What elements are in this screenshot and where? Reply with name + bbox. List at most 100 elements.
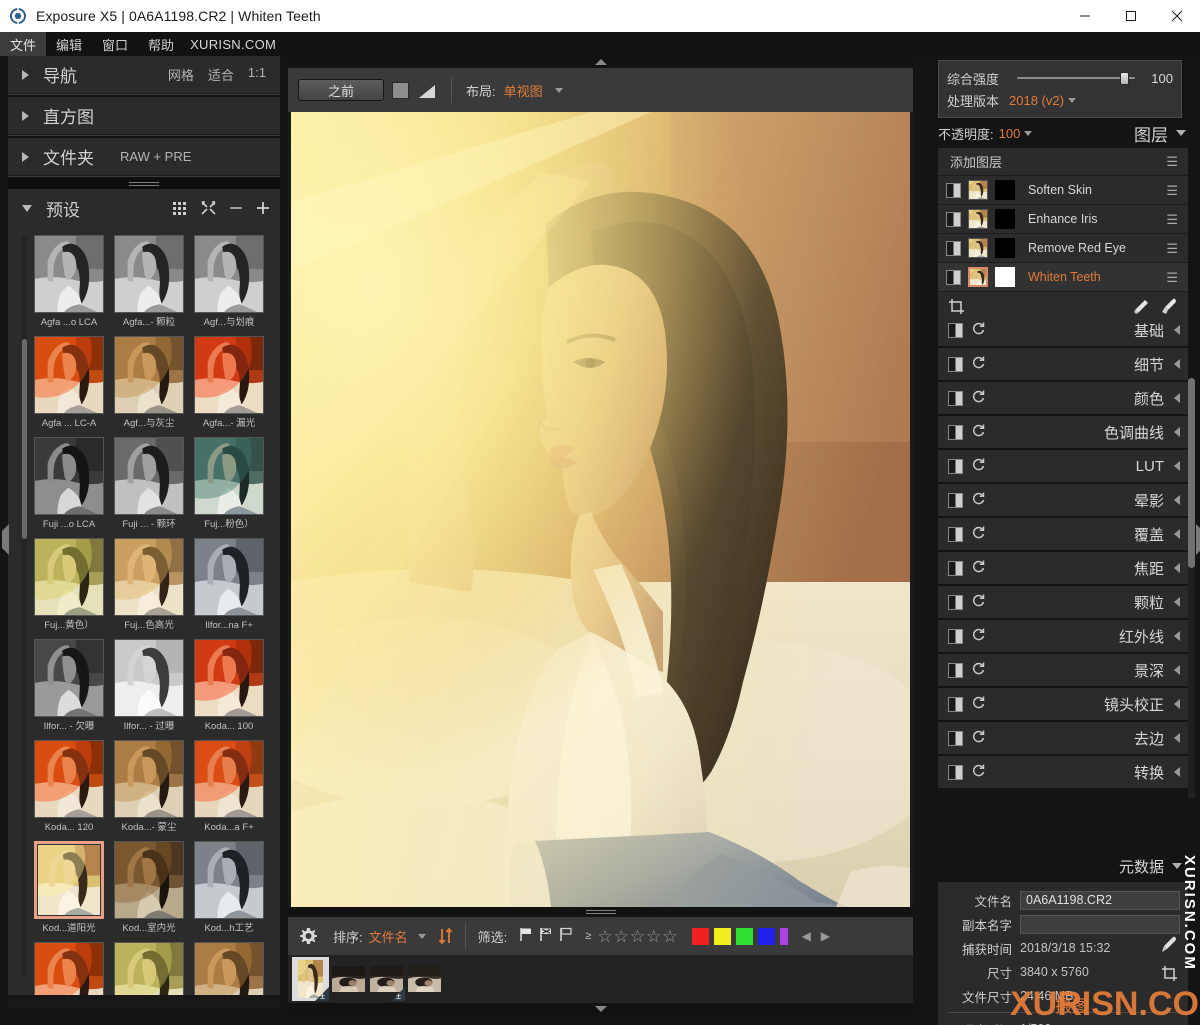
half-tone-toggle-icon[interactable]: [948, 594, 963, 610]
chevron-left-icon[interactable]: [1174, 325, 1180, 335]
preset-thumbnail[interactable]: [114, 336, 184, 414]
photo-canvas[interactable]: [288, 112, 913, 907]
brush-icon[interactable]: [1160, 298, 1178, 315]
preset-thumbnail[interactable]: [34, 538, 104, 616]
nav-option-fit[interactable]: 适合: [208, 65, 234, 84]
layer-thumbnail[interactable]: [968, 209, 988, 229]
layer-row[interactable]: Whiten Teeth ☰: [938, 263, 1188, 292]
copy-name-input[interactable]: [1020, 914, 1180, 934]
preset-item[interactable]: Fuji ...o LCA: [34, 437, 104, 532]
half-tone-toggle-icon[interactable]: [948, 696, 963, 712]
split-square-icon[interactable]: [392, 81, 409, 99]
reset-icon[interactable]: [971, 423, 986, 441]
sidebar-item-histogram[interactable]: 直方图: [8, 97, 280, 135]
collapse-left-panel-button[interactable]: [2, 524, 10, 555]
hamburger-icon[interactable]: ☰: [1166, 271, 1178, 284]
preset-item[interactable]: [114, 942, 184, 995]
flag-rejected-icon[interactable]: [539, 927, 553, 946]
adjustment-section-11[interactable]: 景深: [938, 654, 1188, 688]
grid-view-icon[interactable]: [173, 201, 188, 215]
visibility-toggle-icon[interactable]: [946, 182, 961, 198]
hamburger-icon[interactable]: ☰: [1166, 155, 1178, 168]
layer-thumbnail[interactable]: [968, 180, 988, 200]
nav-option-1to1[interactable]: 1:1: [248, 65, 266, 84]
slider-knob[interactable]: [1120, 72, 1129, 85]
flag-picked-icon[interactable]: [519, 927, 533, 946]
menu-edit[interactable]: 编辑: [46, 32, 92, 56]
visibility-toggle-icon[interactable]: [946, 269, 961, 285]
adjustment-section-10[interactable]: 红外线: [938, 620, 1188, 654]
hamburger-icon[interactable]: ☰: [1166, 213, 1178, 226]
crop-icon[interactable]: [948, 298, 965, 315]
half-tone-toggle-icon[interactable]: [948, 662, 963, 678]
reset-icon[interactable]: [971, 627, 986, 645]
preset-item[interactable]: Kod...h工艺: [194, 841, 264, 936]
reset-icon[interactable]: [971, 321, 986, 339]
reset-icon[interactable]: [971, 661, 986, 679]
add-layer-button[interactable]: 添加图层 ☰: [938, 148, 1188, 176]
preset-thumbnail[interactable]: [194, 437, 264, 515]
preset-thumbnail[interactable]: [114, 235, 184, 313]
filmstrip-thumbnail[interactable]: ±: [292, 957, 329, 1001]
layer-row[interactable]: Enhance Iris ☰: [938, 205, 1188, 234]
preset-thumbnail[interactable]: [34, 235, 104, 313]
preset-item[interactable]: Fuj...色高光: [114, 538, 184, 633]
chevron-down-icon[interactable]: [554, 87, 563, 93]
flag-unflagged-icon[interactable]: [559, 927, 573, 946]
chevron-right-icon[interactable]: ▶: [819, 929, 832, 943]
filmstrip-thumbnail[interactable]: ±: [368, 957, 405, 1001]
layer-row[interactable]: Soften Skin ☰: [938, 176, 1188, 205]
half-tone-toggle-icon[interactable]: [948, 356, 963, 372]
preset-thumbnail[interactable]: [194, 740, 264, 818]
half-tone-toggle-icon[interactable]: [948, 764, 963, 780]
filmstrip-thumbnail[interactable]: [406, 957, 443, 1001]
half-tone-toggle-icon[interactable]: [948, 492, 963, 508]
preset-thumbnail[interactable]: [194, 538, 264, 616]
reset-icon[interactable]: [971, 491, 986, 509]
star-outline-icon[interactable]: ☆: [662, 928, 677, 945]
adjustment-section-3[interactable]: 颜色: [938, 382, 1188, 416]
reset-icon[interactable]: [971, 355, 986, 373]
half-tone-toggle-icon[interactable]: [948, 424, 963, 440]
preset-item[interactable]: Agf...与划痕: [194, 235, 264, 330]
adjustment-section-14[interactable]: 转换: [938, 756, 1188, 790]
minus-icon[interactable]: [229, 201, 243, 215]
preset-thumbnail[interactable]: [114, 841, 184, 919]
reset-icon[interactable]: [971, 559, 986, 577]
collapse-right-panel-button[interactable]: [1196, 524, 1200, 555]
collapse-icon[interactable]: [201, 201, 216, 215]
preset-item[interactable]: Kod...室内光: [114, 841, 184, 936]
hamburger-icon[interactable]: ☰: [1166, 184, 1178, 197]
layer-thumbnail[interactable]: [968, 267, 988, 287]
preset-item[interactable]: Ilfor...na F+: [194, 538, 264, 633]
adjustment-section-6[interactable]: 晕影: [938, 484, 1188, 518]
preset-item[interactable]: Agfa...- 漏光: [194, 336, 264, 431]
preset-thumbnail[interactable]: [114, 639, 184, 717]
reset-icon[interactable]: [971, 593, 986, 611]
reset-icon[interactable]: [971, 729, 986, 747]
layout-value[interactable]: 单视图: [504, 81, 543, 100]
reset-icon[interactable]: [971, 763, 986, 781]
layer-mask-chip[interactable]: [995, 238, 1015, 258]
panel-resize-handle[interactable]: [8, 179, 280, 189]
star-outline-icon[interactable]: ☆: [646, 928, 661, 945]
star-outline-icon[interactable]: ☆: [614, 928, 629, 945]
chevron-left-icon[interactable]: [1174, 393, 1180, 403]
menu-window[interactable]: 窗口: [92, 32, 138, 56]
adjustments-scrollbar-thumb[interactable]: [1188, 378, 1195, 568]
sidebar-item-folders[interactable]: 文件夹 RAW + PRE: [8, 138, 280, 176]
color-label-swatches[interactable]: [691, 927, 788, 945]
preset-item[interactable]: [34, 942, 104, 995]
preset-thumbnail[interactable]: [34, 437, 104, 515]
rating-stars[interactable]: ☆ ☆ ☆ ☆ ☆: [597, 928, 677, 945]
metadata-header[interactable]: 元数据: [938, 851, 1188, 881]
adjustment-section-7[interactable]: 覆盖: [938, 518, 1188, 552]
chevron-down-icon[interactable]: [1024, 130, 1033, 136]
preset-thumbnail[interactable]: [194, 841, 264, 919]
overall-strength-slider[interactable]: [1017, 71, 1135, 85]
sort-arrows-icon[interactable]: [438, 927, 453, 945]
color-label-swatch[interactable]: [691, 927, 709, 945]
plus-icon[interactable]: [256, 201, 270, 215]
preset-item[interactable]: Agfa...- 颗粒: [114, 235, 184, 330]
chevron-left-icon[interactable]: [1174, 427, 1180, 437]
